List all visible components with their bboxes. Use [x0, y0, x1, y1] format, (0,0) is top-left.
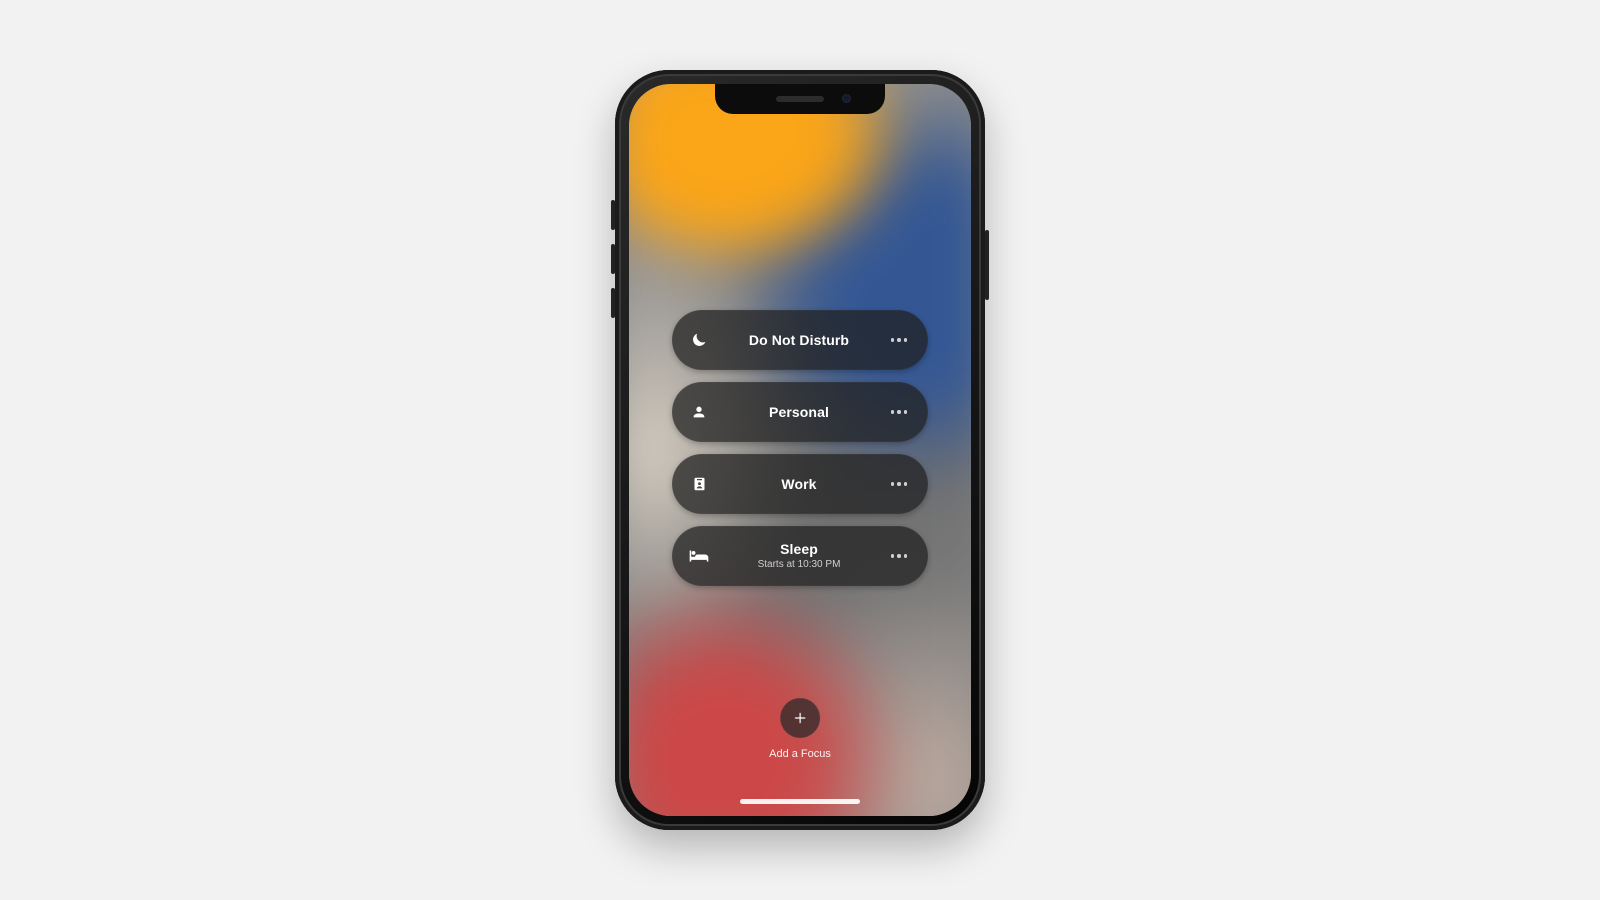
- home-indicator[interactable]: [740, 799, 860, 804]
- phone-frame: Do Not Disturb Personal: [615, 70, 985, 830]
- focus-item-label: Sleep Starts at 10:30 PM: [710, 541, 888, 571]
- focus-mode-list: Do Not Disturb Personal: [672, 310, 928, 586]
- add-focus-label: Add a Focus: [769, 748, 831, 760]
- person-icon: [688, 404, 710, 420]
- focus-item-work[interactable]: Work: [672, 454, 928, 514]
- ellipsis-icon: [891, 482, 908, 486]
- focus-item-sleep[interactable]: Sleep Starts at 10:30 PM: [672, 526, 928, 586]
- focus-item-subtitle: Starts at 10:30 PM: [758, 559, 841, 571]
- focus-item-label: Work: [710, 476, 888, 492]
- focus-sheet: Do Not Disturb Personal: [629, 84, 971, 816]
- moon-icon: [688, 331, 710, 349]
- more-options-button[interactable]: [888, 410, 910, 414]
- phone-screen: Do Not Disturb Personal: [629, 84, 971, 816]
- phone-notch: [715, 84, 885, 114]
- focus-item-personal[interactable]: Personal: [672, 382, 928, 442]
- focus-item-label: Do Not Disturb: [710, 332, 888, 348]
- ellipsis-icon: [891, 554, 908, 558]
- more-options-button[interactable]: [888, 554, 910, 558]
- badge-icon: [688, 475, 710, 493]
- page-stage: Do Not Disturb Personal: [0, 0, 1600, 900]
- plus-icon: [792, 710, 808, 726]
- speaker-grille: [776, 96, 824, 102]
- ellipsis-icon: [891, 410, 908, 414]
- ellipsis-icon: [891, 338, 908, 342]
- focus-item-do-not-disturb[interactable]: Do Not Disturb: [672, 310, 928, 370]
- add-focus: Add a Focus: [769, 698, 831, 760]
- bed-icon: [688, 549, 710, 563]
- more-options-button[interactable]: [888, 482, 910, 486]
- focus-item-label: Personal: [710, 404, 888, 420]
- add-focus-button[interactable]: [780, 698, 820, 738]
- more-options-button[interactable]: [888, 338, 910, 342]
- front-camera: [842, 94, 851, 103]
